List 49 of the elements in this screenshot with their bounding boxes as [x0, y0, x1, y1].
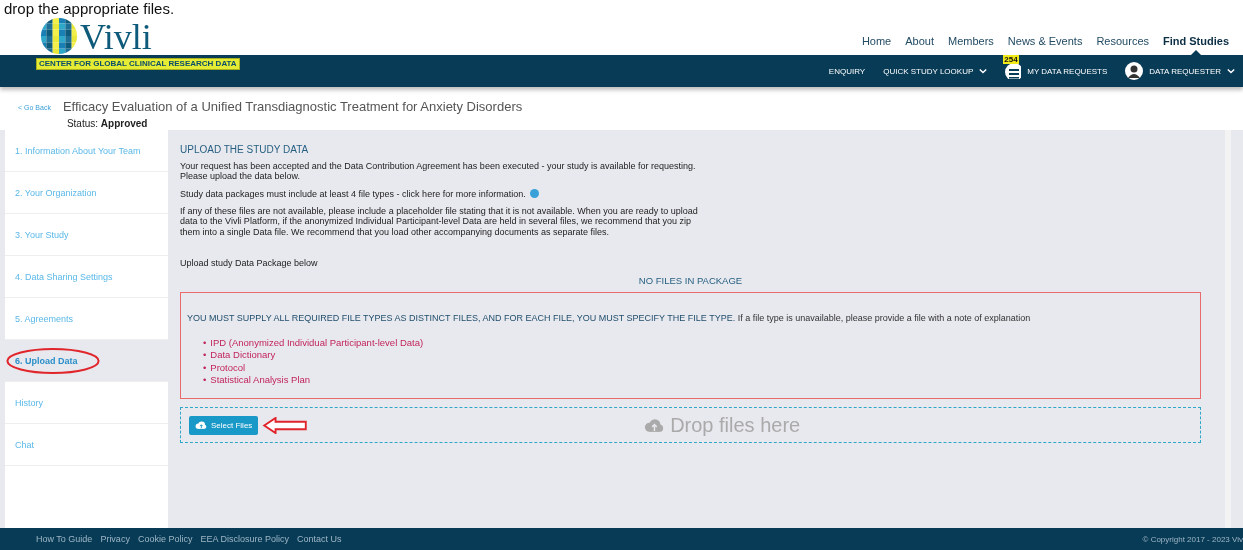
subnav-link[interactable]: QUICK STUDY LOOKUP — [883, 66, 988, 76]
logo-tagline: CENTER FOR GLOBAL CLINICAL RESEARCH DATA — [36, 58, 240, 70]
paragraph-text: Study data packages must include at least 4 file types - click here for more information. — [180, 188, 526, 200]
warning-text: YOU MUST SUPPLY ALL REQUIRED FILE TYPES AS DISTINCT FILES, AND FOR EACH FILE, YOU MUST SPECIFY THE FILE TYPE. If a file type is unavailable, please provide a file with a note of explanation — [187, 313, 1032, 324]
nav-link[interactable]: Home — [861, 34, 892, 48]
study-title: Efficacy Evaluation of a Unified Transdiagnostic Treatment for Anxiety Disorders — [62, 99, 523, 114]
footer-link[interactable]: How To Guide — [36, 534, 93, 544]
footer-link[interactable]: Privacy — [100, 534, 130, 544]
logo-icon — [40, 17, 78, 55]
nav-link[interactable]: About — [905, 34, 934, 48]
file-type-item: Statistical Analysis Plan — [210, 374, 311, 387]
avatar-icon — [1125, 62, 1144, 80]
subnav-link[interactable]: ENQUIRY — [828, 66, 866, 76]
upload-label: Upload study Data Package below — [180, 258, 319, 269]
info-icon[interactable] — [529, 188, 539, 198]
copyright-text: © Copyright 2017 - 2023 Viv — [1142, 534, 1243, 544]
section-heading: UPLOAD THE STUDY DATA — [180, 144, 310, 155]
subnav-link[interactable]: MY DATA REQUESTS — [1027, 66, 1108, 76]
nav-link[interactable]: Members — [948, 34, 994, 48]
count-badge: 254 — [1003, 55, 1019, 64]
file-type-item: IPD (Anonymized Individual Participant-level Data) — [210, 337, 424, 350]
caption-text: drop the appropriate files. — [3, 0, 176, 17]
caret-icon — [1227, 68, 1235, 74]
drop-zone[interactable]: Select Files Drop files here — [180, 407, 1201, 444]
footer-link[interactable]: Cookie Policy — [137, 534, 193, 544]
bullet-mark: • — [203, 337, 207, 350]
nav-link[interactable]: Find Studies — [1163, 34, 1229, 48]
file-type-item: Protocol — [210, 361, 246, 375]
caret-icon — [979, 68, 988, 74]
cloud-upload-icon — [644, 418, 665, 432]
bullet-mark: • — [203, 374, 207, 387]
select-files-button[interactable]: Select Files — [189, 415, 259, 435]
list-icon — [1005, 63, 1022, 79]
footer-link[interactable]: Contact Us — [296, 534, 342, 544]
drop-hint: Drop files here — [670, 413, 801, 437]
nav-link[interactable]: Resources — [1096, 34, 1149, 48]
package-status: NO FILES IN PACKAGE — [637, 275, 744, 287]
bullet-mark: • — [203, 361, 207, 375]
paragraph-text: Your request has been accepted and the Data Contribution Agreement has been executed - your study is available for requesting. Please upload the data below. — [180, 161, 697, 182]
nav-link[interactable]: News & Events — [1007, 34, 1083, 48]
subnav-link[interactable]: DATA REQUESTER — [1125, 62, 1235, 80]
cloud-upload-icon — [195, 420, 207, 430]
file-type-item: Data Dictionary — [210, 349, 276, 362]
bullet-mark: • — [203, 349, 207, 362]
paragraph-text: If any of these files are not available, please include a placeholder file stating that it is not available. When you are ready to upload data to the Vivli Platform, if the anonymized Individual Participant-level Data are held in several files, we recommend that you zip them into a single Data file. We recommend that you load other accompanying documents as separate files. — [180, 206, 699, 238]
status-text: Status: Approved — [65, 118, 149, 129]
footer-link[interactable]: EEA Disclosure Policy — [200, 534, 289, 544]
sidebar-item[interactable]: 6. Upload Data — [5, 340, 168, 382]
logo-name: Vivli — [80, 19, 152, 55]
